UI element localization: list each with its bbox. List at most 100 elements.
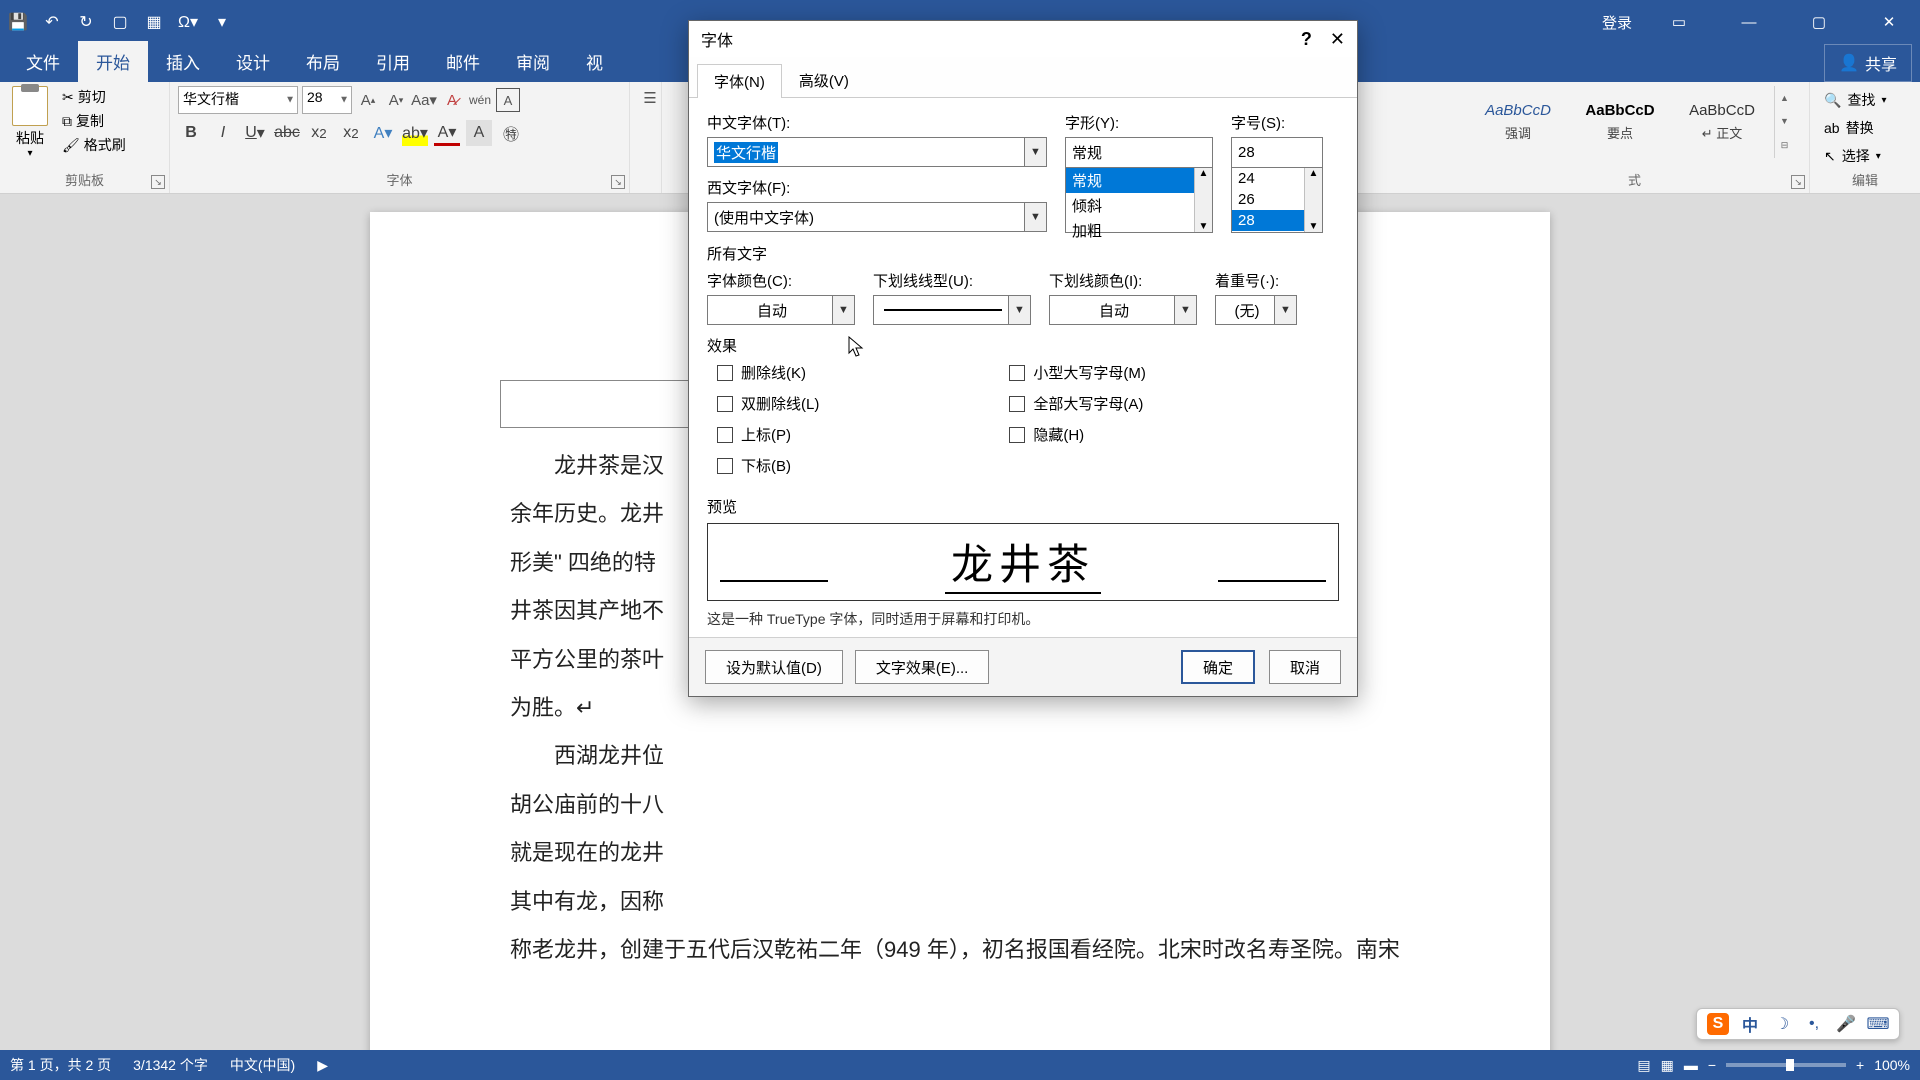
bullets-button[interactable]: ☰ [638, 86, 662, 110]
font-style-option-regular[interactable]: 常规 [1066, 168, 1212, 193]
ime-keyboard-icon[interactable]: ⌨ [1867, 1013, 1889, 1035]
set-default-button[interactable]: 设为默认值(D) [705, 650, 843, 684]
format-painter-button[interactable]: 🖌格式刷 [58, 134, 130, 156]
new-doc-icon[interactable]: ▢ [110, 12, 130, 32]
phonetic-guide-button[interactable]: wén [468, 88, 492, 112]
copy-button[interactable]: ⧉复制 [58, 110, 130, 132]
grow-font-button[interactable]: A▴ [356, 88, 380, 112]
dialog-tab-font[interactable]: 字体(N) [697, 64, 782, 98]
italic-button[interactable]: I [210, 120, 236, 146]
paste-button[interactable]: 粘贴 ▾ [8, 86, 52, 159]
superscript-checkbox[interactable]: 上标(P) [717, 424, 819, 445]
style-emphasis[interactable]: AaBbCcD 强调 [1468, 86, 1568, 158]
clipboard-launcher-icon[interactable]: ↘ [151, 175, 165, 189]
styles-more-button[interactable]: ▲▼⊟ [1774, 86, 1794, 158]
font-size-combo[interactable]: 28▼ [302, 86, 352, 114]
language-indicator[interactable]: 中文(中国) [230, 1055, 295, 1075]
ime-cn-icon[interactable]: 中 [1739, 1013, 1761, 1035]
chevron-down-icon[interactable]: ▼ [832, 296, 854, 324]
style-strong[interactable]: AaBbCcD 要点 [1570, 86, 1670, 158]
find-button[interactable]: 🔍查找▾ [1818, 88, 1912, 112]
tab-review[interactable]: 审阅 [498, 41, 568, 82]
tab-file[interactable]: 文件 [8, 41, 78, 82]
char-border-button[interactable]: A [496, 88, 520, 112]
print-layout-icon[interactable]: ▦ [1661, 1057, 1674, 1074]
font-style-input[interactable]: 常规 [1065, 137, 1213, 167]
underline-color-combo[interactable]: 自动▼ [1049, 295, 1197, 325]
font-size-listbox[interactable]: 24 26 28 ▲▼ [1231, 167, 1323, 233]
hidden-checkbox[interactable]: 隐藏(H) [1009, 424, 1146, 445]
login-link[interactable]: 登录 [1602, 12, 1632, 33]
font-size-input[interactable]: 28 [1231, 137, 1323, 167]
ime-tray[interactable]: S 中 ☽ •, 🎤 ⌨ [1696, 1008, 1900, 1040]
minimize-icon[interactable]: — [1726, 7, 1772, 37]
all-caps-checkbox[interactable]: 全部大写字母(A) [1009, 393, 1146, 414]
ime-logo-icon[interactable]: S [1707, 1013, 1729, 1035]
style-normal[interactable]: AaBbCcD ↵ 正文 [1672, 86, 1772, 158]
font-style-option-bold[interactable]: 加粗 [1066, 218, 1212, 243]
zoom-in-icon[interactable]: + [1856, 1057, 1864, 1073]
ok-button[interactable]: 确定 [1181, 650, 1255, 684]
scrollbar[interactable]: ▲▼ [1304, 168, 1322, 232]
read-mode-icon[interactable]: ▤ [1637, 1057, 1650, 1074]
dialog-titlebar[interactable]: 字体 ? ✕ [689, 21, 1357, 57]
highlight-button[interactable]: ab▾ [402, 120, 428, 146]
text-effects-button[interactable]: A▾ [370, 120, 396, 146]
bold-button[interactable]: B [178, 120, 204, 146]
table-icon[interactable]: ▦ [144, 12, 164, 32]
font-launcher-icon[interactable]: ↘ [611, 175, 625, 189]
chevron-down-icon[interactable]: ▼ [1024, 138, 1046, 166]
superscript-button[interactable]: x2 [338, 120, 364, 146]
ribbon-display-icon[interactable]: ▭ [1656, 7, 1702, 37]
close-icon[interactable]: ✕ [1330, 29, 1345, 50]
enclose-char-button[interactable]: ㊕ [498, 120, 524, 146]
ime-moon-icon[interactable]: ☽ [1771, 1013, 1793, 1035]
font-color-button[interactable]: A▾ [434, 120, 460, 146]
ime-mic-icon[interactable]: 🎤 [1835, 1013, 1857, 1035]
text-effects-button[interactable]: 文字效果(E)... [855, 650, 990, 684]
emphasis-combo[interactable]: (无)▼ [1215, 295, 1297, 325]
font-style-option-italic[interactable]: 倾斜 [1066, 193, 1212, 218]
scrollbar[interactable]: ▲▼ [1194, 168, 1212, 232]
chevron-down-icon[interactable]: ▼ [1024, 203, 1046, 231]
strikethrough-checkbox[interactable]: 删除线(K) [717, 362, 819, 383]
subscript-checkbox[interactable]: 下标(B) [717, 455, 819, 476]
underline-style-combo[interactable]: ▼ [873, 295, 1031, 325]
change-case-button[interactable]: Aa▾ [412, 88, 436, 112]
chinese-font-combo[interactable]: 华文行楷 ▼ [707, 137, 1047, 167]
tab-layout[interactable]: 布局 [288, 41, 358, 82]
ime-punct-icon[interactable]: •, [1803, 1013, 1825, 1035]
dialog-tab-advanced[interactable]: 高级(V) [782, 63, 866, 97]
strikethrough-button[interactable]: abc [274, 120, 300, 146]
undo-icon[interactable]: ↶ [42, 12, 62, 32]
tab-insert[interactable]: 插入 [148, 41, 218, 82]
chevron-down-icon[interactable]: ▼ [1274, 296, 1296, 324]
tab-mail[interactable]: 邮件 [428, 41, 498, 82]
double-strikethrough-checkbox[interactable]: 双删除线(L) [717, 393, 819, 414]
page-indicator[interactable]: 第 1 页，共 2 页 [10, 1055, 111, 1075]
font-style-listbox[interactable]: 常规 倾斜 加粗 ▲▼ [1065, 167, 1213, 233]
small-caps-checkbox[interactable]: 小型大写字母(M) [1009, 362, 1146, 383]
shrink-font-button[interactable]: A▾ [384, 88, 408, 112]
tab-references[interactable]: 引用 [358, 41, 428, 82]
close-icon[interactable]: ✕ [1866, 7, 1912, 37]
char-shading-button[interactable]: A [466, 120, 492, 146]
styles-launcher-icon[interactable]: ↘ [1791, 175, 1805, 189]
chevron-down-icon[interactable]: ▼ [1008, 296, 1030, 324]
qat-more-icon[interactable]: ▾ [212, 12, 232, 32]
clear-format-button[interactable]: A̷ [440, 88, 464, 112]
help-icon[interactable]: ? [1301, 29, 1312, 50]
omega-icon[interactable]: Ω▾ [178, 12, 198, 32]
zoom-level[interactable]: 100% [1874, 1057, 1910, 1073]
tab-view[interactable]: 视 [568, 41, 621, 82]
chevron-down-icon[interactable]: ▼ [1174, 296, 1196, 324]
web-layout-icon[interactable]: ▬ [1684, 1057, 1698, 1073]
cancel-button[interactable]: 取消 [1269, 650, 1341, 684]
underline-button[interactable]: U▾ [242, 120, 268, 146]
select-button[interactable]: ↖选择▾ [1818, 144, 1912, 168]
font-name-combo[interactable]: 华文行楷▼ [178, 86, 298, 114]
cut-button[interactable]: ✂剪切 [58, 86, 130, 108]
macro-icon[interactable]: ▶ [317, 1057, 328, 1074]
save-icon[interactable]: 💾 [8, 12, 28, 32]
tab-home[interactable]: 开始 [78, 41, 148, 82]
